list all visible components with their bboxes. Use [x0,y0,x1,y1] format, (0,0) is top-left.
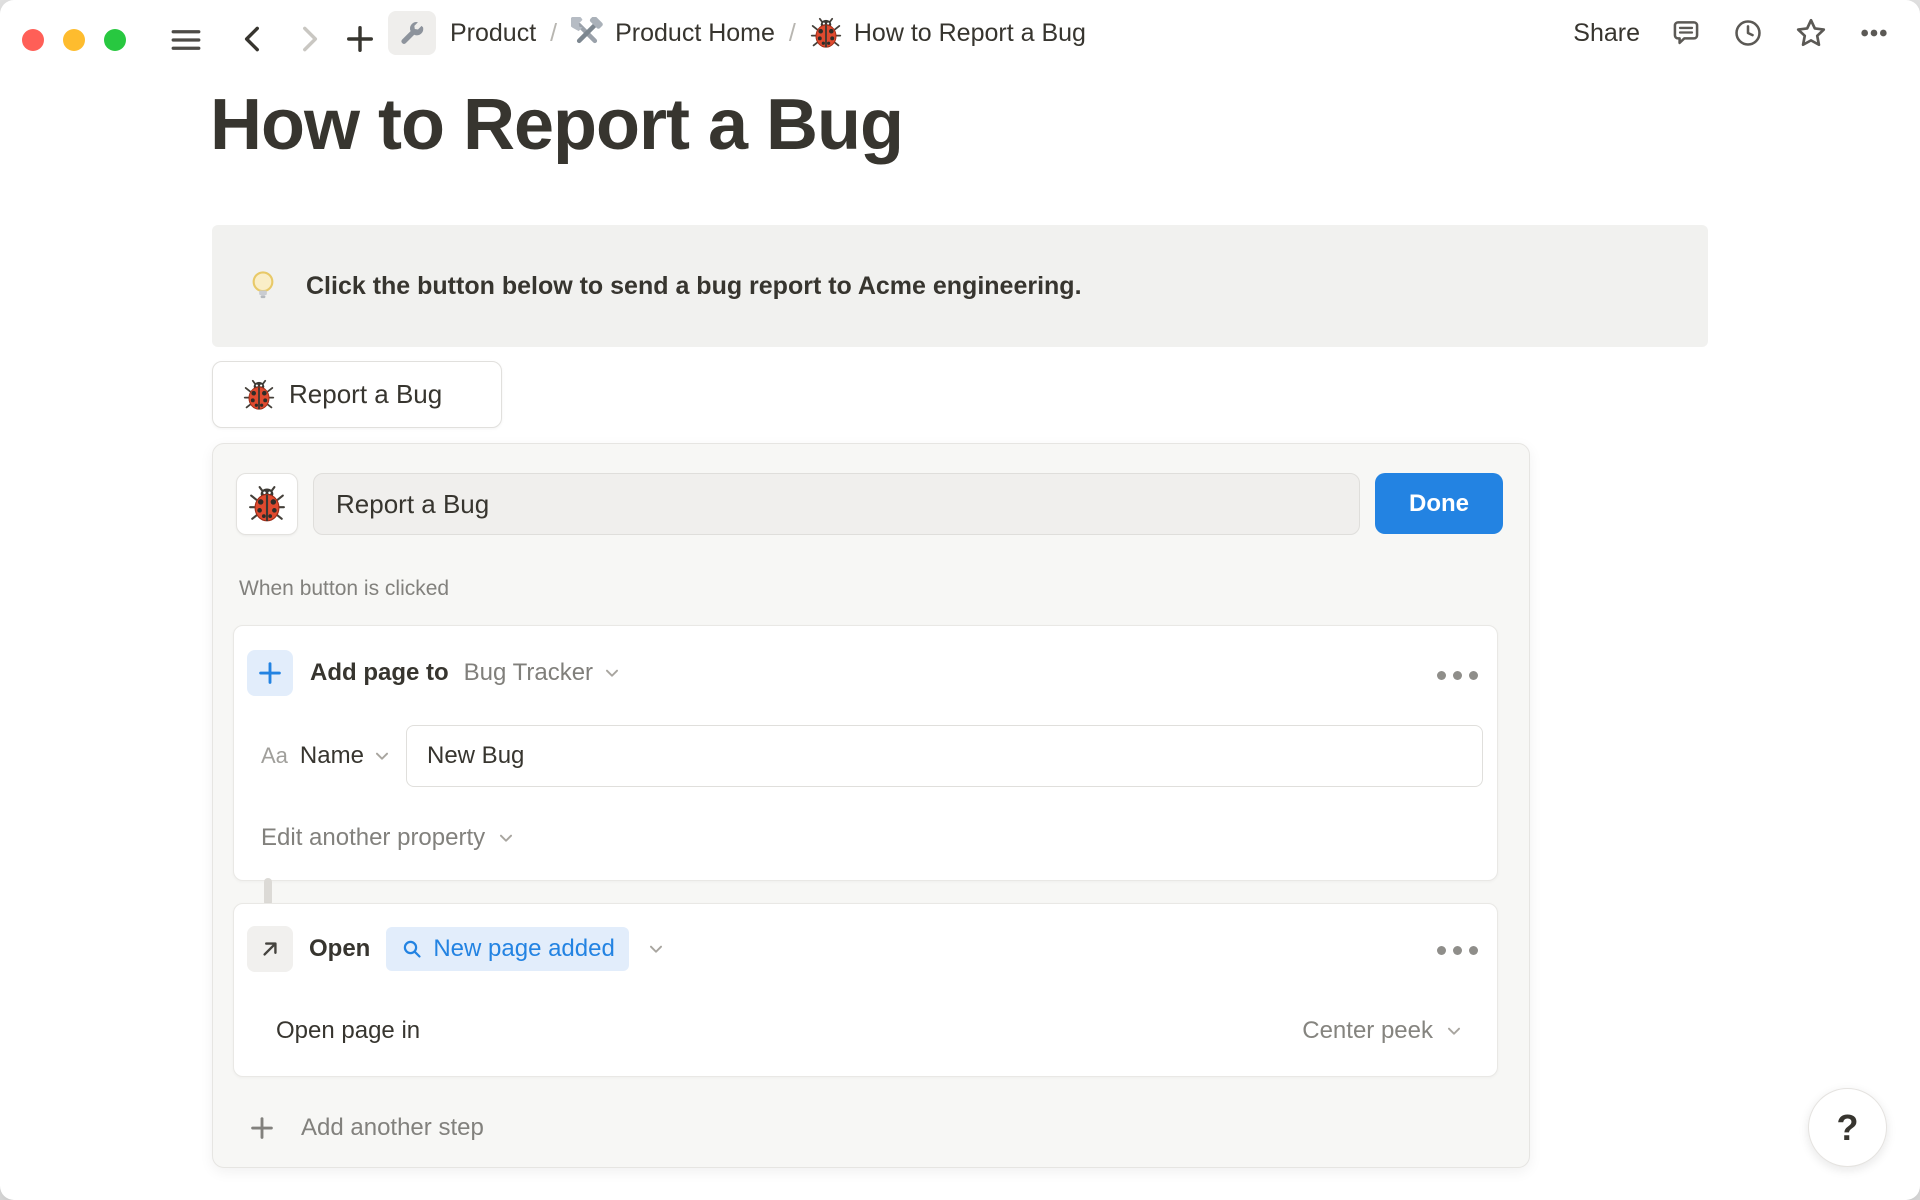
open-page-in-label: Open page in [276,1017,421,1044]
workspace-icon-button[interactable] [388,11,436,55]
arrow-up-right-icon [257,936,283,962]
edit-another-property-label: Edit another property [261,824,486,851]
window-minimize-button[interactable] [63,29,85,51]
property-name-label: Name [299,742,364,769]
breadcrumb-label: How to Report a Bug [853,18,1086,47]
forward-icon[interactable] [292,22,326,56]
callout-block: Click the button below to send a bug rep… [212,225,1708,347]
breadcrumb-label: Product [450,18,537,47]
share-button[interactable]: Share [1573,19,1640,48]
plus-icon [247,1113,277,1143]
favorite-star-icon[interactable] [1794,16,1828,50]
help-button[interactable]: ? [1808,1088,1887,1167]
edit-another-property-button[interactable]: Edit another property [261,815,517,861]
open-page-in-dropdown[interactable]: Center peek [1240,1008,1465,1054]
step-connector [264,878,272,906]
add-another-step-label: Add another step [301,1114,484,1141]
target-database-dropdown[interactable]: Bug Tracker [464,659,623,687]
ladybug-icon [810,17,842,49]
breadcrumb: Product / Product Home / How to Report a… [450,0,1086,66]
breadcrumb-separator: / [788,18,796,47]
chevron-down-icon [1443,1020,1465,1042]
ladybug-icon [243,379,275,411]
action-label: Add page to [310,659,449,686]
lightbulb-icon [246,269,280,303]
breadcrumb-item-product[interactable]: Product [450,19,536,48]
breadcrumb-label: Product Home [615,18,775,47]
open-page-in-value: Center peek [1302,1017,1433,1044]
report-bug-button[interactable]: Report a Bug [212,361,502,428]
button-icon-picker[interactable] [236,473,298,535]
more-options-icon[interactable] [1858,17,1890,49]
breadcrumb-separator: / [550,18,558,47]
open-step-icon-box [247,926,293,972]
callout-text: Click the button below to send a bug rep… [306,271,1082,300]
new-page-added-label: New page added [433,935,615,962]
history-clock-icon[interactable] [1732,17,1764,49]
window-zoom-button[interactable] [104,29,126,51]
plus-icon [255,658,285,688]
back-icon[interactable] [236,22,270,56]
chevron-down-icon [371,745,393,767]
chevron-down-icon [601,662,623,684]
breadcrumb-item-current-page[interactable]: How to Report a Bug [810,17,1086,49]
notion-window: Product / Product Home / How to Report a… [0,0,1920,1200]
property-row: Aa Name [261,725,393,787]
sidebar-menu-icon[interactable] [168,22,204,58]
chevron-down-icon [495,827,517,849]
comments-icon[interactable] [1670,17,1702,49]
add-page-step-icon-box [247,650,293,696]
trigger-label: When button is clicked [239,577,450,600]
step-more-options[interactable] [1437,671,1478,680]
action-label: Open [309,935,371,962]
target-database-label: Bug Tracker [463,659,594,686]
done-button[interactable]: Done [1375,473,1503,534]
chevron-down-icon [645,938,667,960]
add-another-step-button[interactable]: Add another step [247,1100,484,1156]
window-close-button[interactable] [22,29,44,51]
page-title: How to Report a Bug [210,85,904,165]
step-more-options[interactable] [1437,946,1478,955]
search-icon [400,937,424,961]
open-action-row: Open New page added [247,926,667,972]
property-name-dropdown[interactable]: Name [300,742,393,770]
name-property-input[interactable]: New Bug [406,725,1483,787]
button-name-input[interactable]: Report a Bug [313,473,1360,535]
new-page-added-chip[interactable]: New page added [386,927,629,971]
new-page-icon[interactable] [342,21,378,57]
hammer-wrench-icon [571,17,603,49]
text-property-type-icon: Aa [261,743,288,768]
ladybug-icon [248,485,286,523]
breadcrumb-item-product-home[interactable]: Product Home [571,17,775,49]
add-page-action-row: Add page to Bug Tracker [247,650,623,696]
report-bug-button-label: Report a Bug [289,379,443,409]
wrench-icon [398,19,426,47]
toolbar-actions: Share [1573,0,1890,66]
